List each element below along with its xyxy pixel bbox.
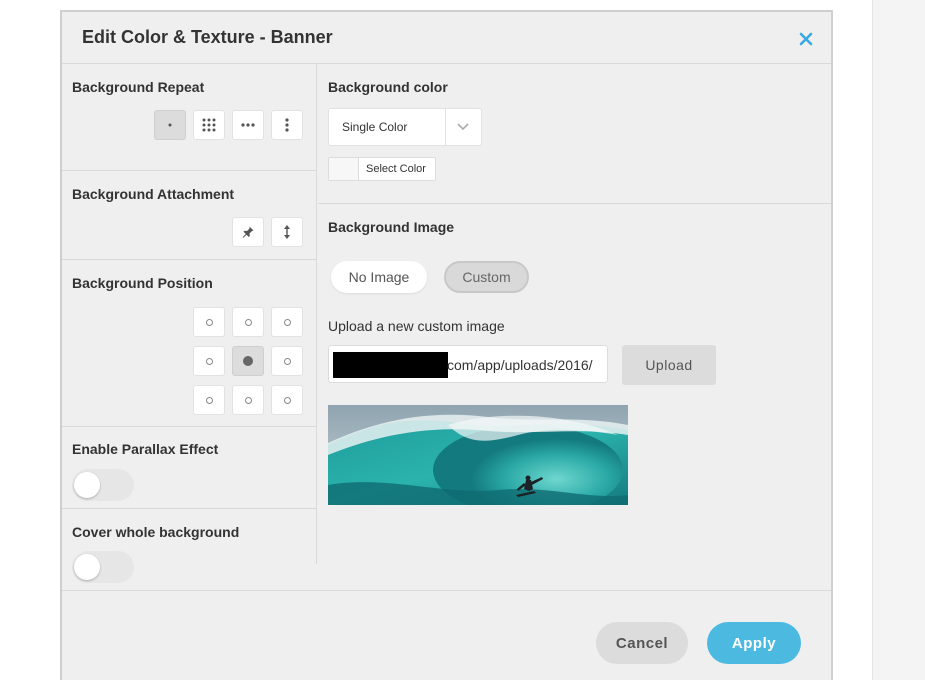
circle-icon [283,357,291,365]
circle-icon [244,318,252,326]
edit-color-texture-modal: Edit Color & Texture - Banner Background… [60,10,833,680]
background-image-label: Background Image [328,219,455,235]
modal-footer: Cancel Apply [62,590,831,680]
close-icon [799,32,813,46]
select-color-button[interactable]: Select Color [328,157,436,181]
modal-header: Edit Color & Texture - Banner [62,12,831,64]
parallax-section: Enable Parallax Effect [62,427,317,509]
no-image-button[interactable]: No Image [331,261,427,293]
background-color-label: Background color [328,79,448,95]
circle-icon [205,318,213,326]
select-color-label: Select Color [366,163,426,175]
repeat-y-button[interactable] [271,110,303,140]
background-attachment-label: Background Attachment [72,186,235,202]
position-top-left[interactable] [193,307,225,337]
position-top-right[interactable] [271,307,303,337]
color-mode-value: Single Color [342,120,408,134]
circle-icon [244,396,252,404]
background-position-label: Background Position [72,275,213,291]
cancel-button[interactable]: Cancel [596,622,688,664]
attachment-scroll-button[interactable] [271,217,303,247]
custom-image-button[interactable]: Custom [444,261,529,293]
no-repeat-icon [168,123,172,127]
filled-circle-icon [243,356,253,366]
repeat-all-button[interactable] [193,110,225,140]
circle-icon [283,318,291,326]
position-bottom-right[interactable] [271,385,303,415]
right-settings-column: Background color Single Color Select Col… [318,64,831,564]
cover-toggle[interactable] [72,551,134,583]
toggle-knob [74,554,100,580]
position-bottom-center[interactable] [232,385,264,415]
position-center-center[interactable] [232,346,264,376]
color-swatch [329,158,359,180]
background-repeat-section: Background Repeat [62,64,317,171]
image-url-input[interactable]: com/app/uploads/2016/ [328,345,608,383]
color-mode-select[interactable]: Single Color [328,108,482,146]
modal-title: Edit Color & Texture - Banner [82,27,333,47]
scroll-icon [284,225,290,239]
position-bottom-left[interactable] [193,385,225,415]
cover-label: Cover whole background [72,524,240,540]
circle-icon [283,396,291,404]
repeat-icon [202,118,216,132]
upload-button[interactable]: Upload [622,345,716,385]
apply-button[interactable]: Apply [707,622,801,664]
cover-section: Cover whole background [62,509,317,583]
repeat-x-icon [241,123,255,127]
repeat-x-button[interactable] [232,110,264,140]
upload-image-label: Upload a new custom image [328,318,505,334]
background-attachment-section: Background Attachment [62,171,317,260]
circle-icon [205,396,213,404]
image-preview [328,405,628,505]
toggle-knob [74,472,100,498]
attachment-fixed-button[interactable] [232,217,264,247]
position-top-center[interactable] [232,307,264,337]
page-background-panel [872,0,925,680]
background-repeat-label: Background Repeat [72,79,205,95]
pin-icon [242,226,254,238]
left-settings-column: Background Repeat Background Attachment … [62,64,317,583]
circle-icon [205,357,213,365]
close-button[interactable] [796,29,816,49]
parallax-toggle[interactable] [72,469,134,501]
wave-surfer-image [328,405,628,505]
position-center-left[interactable] [193,346,225,376]
image-url-value: com/app/uploads/2016/ [447,357,593,373]
chevron-down-icon [457,123,469,131]
background-position-section: Background Position [62,260,317,427]
repeat-y-icon [285,118,289,132]
redacted-area [333,352,448,378]
repeat-none-button[interactable] [154,110,186,140]
position-center-right[interactable] [271,346,303,376]
parallax-label: Enable Parallax Effect [72,441,219,457]
background-color-section: Background color Single Color Select Col… [318,64,831,204]
select-divider [445,109,446,145]
